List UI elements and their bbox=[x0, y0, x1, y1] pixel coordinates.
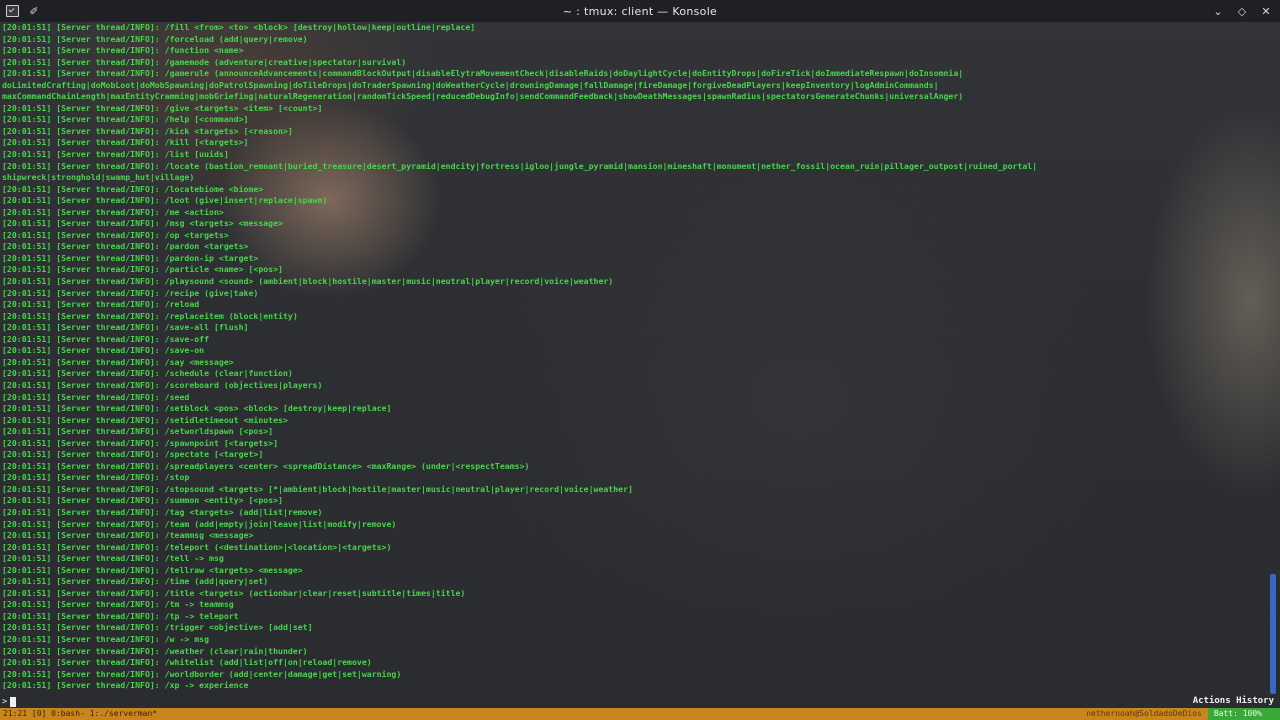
terminal-line: doLimitedCrafting|doMobLoot|doMobSpawnin… bbox=[2, 79, 939, 90]
terminal-line: [20:01:51] [Server thread/INFO]: /save-o… bbox=[2, 333, 210, 344]
terminal-line: [20:01:51] [Server thread/INFO]: /spawnp… bbox=[2, 437, 279, 448]
konsole-app-icon[interactable] bbox=[4, 3, 20, 19]
terminal-line: [20:01:51] [Server thread/INFO]: /tm -> … bbox=[2, 599, 234, 610]
terminal-line: [20:01:51] [Server thread/INFO]: /whitel… bbox=[2, 657, 372, 668]
terminal-line: [20:01:51] [Server thread/INFO]: /kick <… bbox=[2, 125, 293, 136]
terminal-line: [20:01:51] [Server thread/INFO]: /playso… bbox=[2, 276, 614, 287]
terminal-line: [20:01:51] [Server thread/INFO]: /gamemo… bbox=[2, 56, 407, 67]
window-title: ~ : tmux: client — Konsole bbox=[562, 4, 718, 18]
terminal-line: [20:01:51] [Server thread/INFO]: /locate… bbox=[2, 160, 1038, 171]
terminal-line: [20:01:51] [Server thread/INFO]: /say <m… bbox=[2, 356, 234, 367]
terminal-line: [20:01:51] [Server thread/INFO]: /recipe… bbox=[2, 287, 259, 298]
text-cursor bbox=[10, 697, 17, 707]
terminal-line: [20:01:51] [Server thread/INFO]: /schedu… bbox=[2, 368, 293, 379]
terminal-line: [20:01:51] [Server thread/INFO]: /title … bbox=[2, 587, 466, 598]
command-prompt[interactable]: > bbox=[2, 697, 17, 707]
terminal-line: [20:01:51] [Server thread/INFO]: /tag <t… bbox=[2, 506, 323, 517]
terminal-line: [20:01:51] [Server thread/INFO]: /setblo… bbox=[2, 403, 392, 414]
terminal-line: [20:01:51] [Server thread/INFO]: /op <ta… bbox=[2, 229, 229, 240]
terminal-line: shipwreck|stronghold|swamp_hut|village) bbox=[2, 172, 195, 183]
terminal-line: [20:01:51] [Server thread/INFO]: /loot (… bbox=[2, 195, 328, 206]
tmux-session-windows[interactable]: 21:21 [0] 0:bash- 1:./serverman* bbox=[0, 708, 157, 720]
close-icon[interactable]: ✕ bbox=[1258, 3, 1274, 19]
terminal-line: [20:01:51] [Server thread/INFO]: /tell -… bbox=[2, 553, 224, 564]
terminal-line: maxCommandChainLength|maxEntityCramming|… bbox=[2, 91, 964, 102]
terminal-line: [20:01:51] [Server thread/INFO]: /setwor… bbox=[2, 426, 274, 437]
terminal-line: [20:01:51] [Server thread/INFO]: /telepo… bbox=[2, 541, 392, 552]
terminal-line: [20:01:51] [Server thread/INFO]: /gameru… bbox=[2, 68, 964, 79]
prompt-symbol: > bbox=[2, 697, 8, 707]
terminal-line: [20:01:51] [Server thread/INFO]: /replac… bbox=[2, 310, 298, 321]
title-bar[interactable]: ✐ ~ : tmux: client — Konsole ⌄ ◇ ✕ bbox=[0, 0, 1280, 22]
terminal-line: [20:01:51] [Server thread/INFO]: /pardon… bbox=[2, 252, 259, 263]
terminal-line: [20:01:51] [Server thread/INFO]: /summon… bbox=[2, 495, 283, 506]
terminal-line: [20:01:51] [Server thread/INFO]: /team (… bbox=[2, 518, 397, 529]
chevron-down-icon[interactable]: ⌄ bbox=[1210, 3, 1226, 19]
konsole-window: ✐ ~ : tmux: client — Konsole ⌄ ◇ ✕ [20:0… bbox=[0, 0, 1280, 720]
terminal-line: [20:01:51] [Server thread/INFO]: /kill [… bbox=[2, 137, 249, 148]
terminal-line: [20:01:51] [Server thread/INFO]: /pardon… bbox=[2, 241, 249, 252]
terminal-line: [20:01:51] [Server thread/INFO]: /stop bbox=[2, 472, 190, 483]
terminal-line: [20:01:51] [Server thread/INFO]: /tellra… bbox=[2, 564, 303, 575]
terminal-line: [20:01:51] [Server thread/INFO]: /help [… bbox=[2, 114, 249, 125]
terminal-output[interactable]: [20:01:51] [Server thread/INFO]: /fill <… bbox=[2, 22, 1268, 698]
terminal-line: [20:01:51] [Server thread/INFO]: /xp -> … bbox=[2, 680, 249, 691]
terminal-line: [20:01:51] [Server thread/INFO]: /msg <t… bbox=[2, 218, 283, 229]
terminal-line: [20:01:51] [Server thread/INFO]: /partic… bbox=[2, 264, 283, 275]
terminal-line: [20:01:51] [Server thread/INFO]: /spread… bbox=[2, 460, 530, 471]
terminal-line: [20:01:51] [Server thread/INFO]: /tp -> … bbox=[2, 610, 239, 621]
terminal-line: [20:01:51] [Server thread/INFO]: /stopso… bbox=[2, 483, 633, 494]
terminal-scrollbar[interactable] bbox=[1270, 22, 1277, 698]
terminal-line: [20:01:51] [Server thread/INFO]: /give <… bbox=[2, 102, 323, 113]
terminal-line: [20:01:51] [Server thread/INFO]: /scoreb… bbox=[2, 379, 323, 390]
terminal-line: [20:01:51] [Server thread/INFO]: /seed bbox=[2, 391, 190, 402]
terminal-line: [20:01:51] [Server thread/INFO]: /weathe… bbox=[2, 645, 308, 656]
terminal-line: [20:01:51] [Server thread/INFO]: /save-o… bbox=[2, 345, 205, 356]
terminal-line: [20:01:51] [Server thread/INFO]: /teamms… bbox=[2, 530, 254, 541]
terminal-line: [20:01:51] [Server thread/INFO]: /list [… bbox=[2, 149, 229, 160]
diamond-icon[interactable]: ◇ bbox=[1234, 3, 1250, 19]
actions-history-label: Actions History bbox=[1192, 696, 1274, 706]
scrollbar-thumb[interactable] bbox=[1270, 574, 1276, 694]
terminal-line: [20:01:51] [Server thread/INFO]: /save-a… bbox=[2, 322, 249, 333]
terminal-line: [20:01:51] [Server thread/INFO]: /worldb… bbox=[2, 668, 402, 679]
titlebar-right-controls: ⌄ ◇ ✕ bbox=[1210, 3, 1274, 19]
terminal-line: [20:01:51] [Server thread/INFO]: /specta… bbox=[2, 449, 264, 460]
terminal-line: [20:01:51] [Server thread/INFO]: /me <ac… bbox=[2, 206, 224, 217]
terminal-line: [20:01:51] [Server thread/INFO]: /setidl… bbox=[2, 414, 288, 425]
terminal-line: [20:01:51] [Server thread/INFO]: /reload bbox=[2, 299, 200, 310]
terminal-line: [20:01:51] [Server thread/INFO]: /forcel… bbox=[2, 33, 308, 44]
terminal-line: [20:01:51] [Server thread/INFO]: /locate… bbox=[2, 183, 264, 194]
tmux-status-bar: 21:21 [0] 0:bash- 1:./serverman* nethern… bbox=[0, 708, 1280, 720]
terminal-line: [20:01:51] [Server thread/INFO]: /trigge… bbox=[2, 622, 313, 633]
battery-status: Batt: 100% bbox=[1207, 708, 1280, 720]
titlebar-left-controls: ✐ bbox=[4, 3, 42, 19]
terminal-line: [20:01:51] [Server thread/INFO]: /w -> m… bbox=[2, 633, 210, 644]
terminal-line: [20:01:51] [Server thread/INFO]: /fill <… bbox=[2, 22, 476, 32]
terminal-line: [20:01:51] [Server thread/INFO]: /functi… bbox=[2, 45, 244, 56]
tmux-status-right: nethernoah@SoldadoDeDios Batt: 100% bbox=[1080, 708, 1280, 720]
tmux-host-label: nethernoah@SoldadoDeDios bbox=[1086, 709, 1202, 718]
pin-icon[interactable]: ✐ bbox=[26, 3, 42, 19]
terminal-line: [20:01:51] [Server thread/INFO]: /time (… bbox=[2, 576, 269, 587]
